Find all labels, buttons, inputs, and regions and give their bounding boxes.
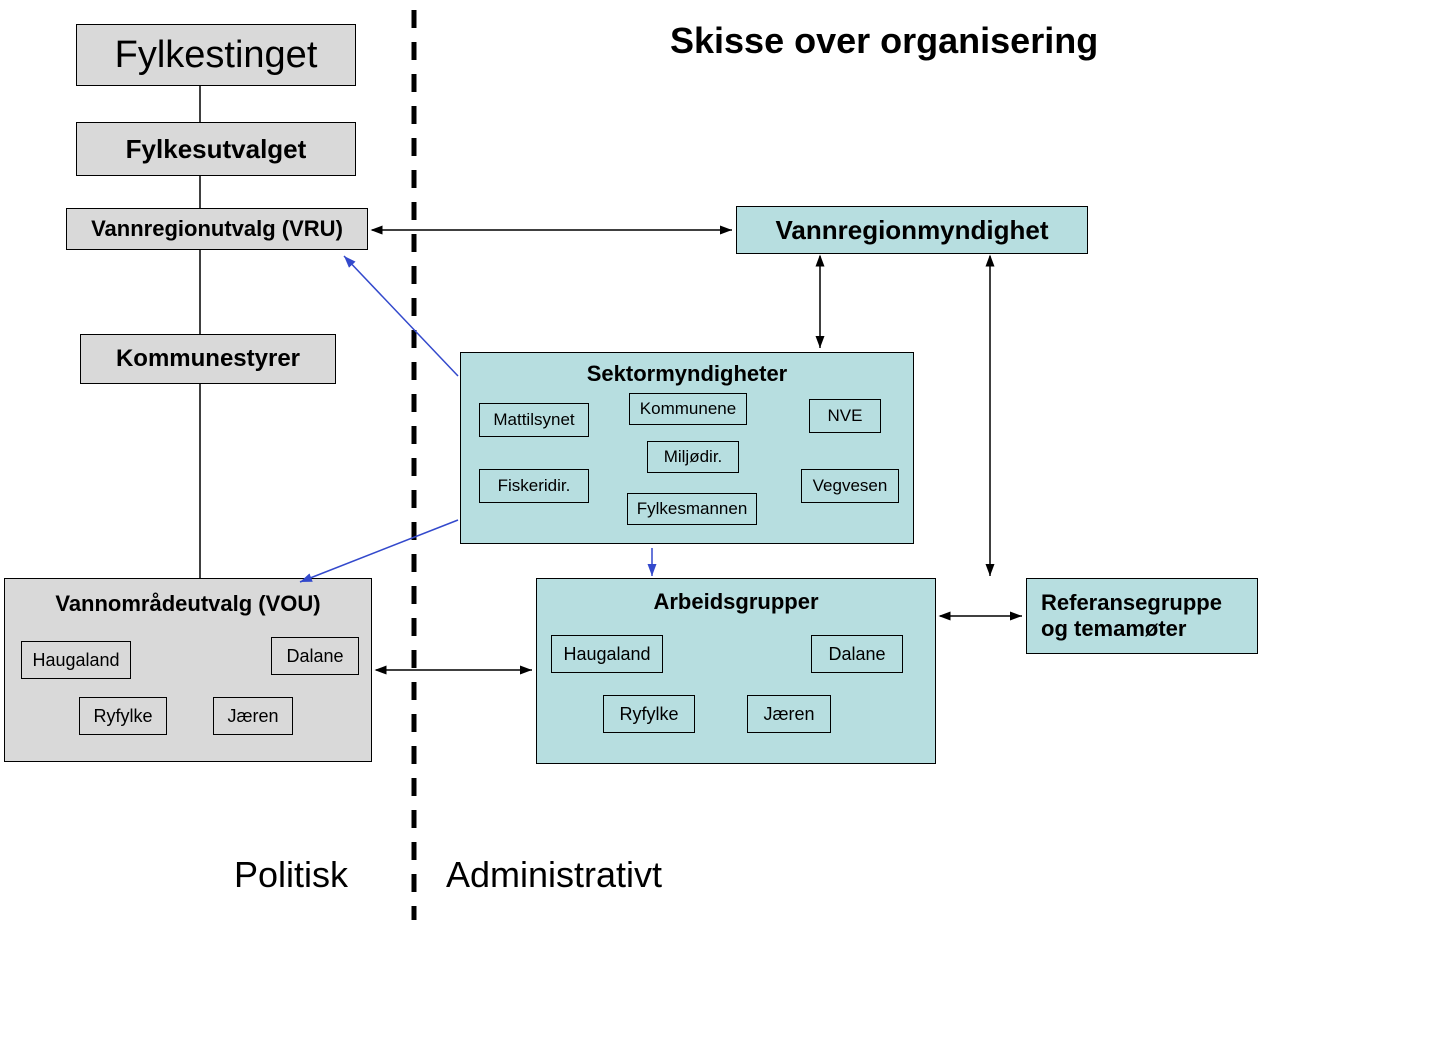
sektor-title: Sektormyndigheter [467, 361, 907, 387]
vou-jaeren: Jæren [213, 697, 293, 735]
arbeids-haugaland: Haugaland [551, 635, 663, 673]
vou-title: Vannområdeutvalg (VOU) [21, 591, 355, 617]
vou-dalane: Dalane [271, 637, 359, 675]
label-administrativt: Administrativt [446, 854, 662, 896]
label-politisk: Politisk [234, 854, 348, 896]
sektor-mattilsynet: Mattilsynet [479, 403, 589, 437]
box-vou: Vannområdeutvalg (VOU) Haugaland Dalane … [4, 578, 372, 762]
sektor-miljodir: Miljødir. [647, 441, 739, 473]
box-arbeidsgrupper: Arbeidsgrupper Haugaland Dalane Ryfylke … [536, 578, 936, 764]
box-vru: Vannregionutvalg (VRU) [66, 208, 368, 250]
sektor-fylkesmannen: Fylkesmannen [627, 493, 757, 525]
box-fylkesutvalget: Fylkesutvalget [76, 122, 356, 176]
vou-haugaland: Haugaland [21, 641, 131, 679]
sektor-nve: NVE [809, 399, 881, 433]
arbeids-title: Arbeidsgrupper [543, 589, 929, 615]
vou-ryfylke: Ryfylke [79, 697, 167, 735]
diagram-title: Skisse over organisering [670, 20, 1098, 62]
box-kommunestyrer: Kommunestyrer [80, 334, 336, 384]
arbeids-jaeren: Jæren [747, 695, 831, 733]
arbeids-ryfylke: Ryfylke [603, 695, 695, 733]
box-vrm: Vannregionmyndighet [736, 206, 1088, 254]
sektor-kommunene: Kommunene [629, 393, 747, 425]
sektor-vegvesen: Vegvesen [801, 469, 899, 503]
box-fylkestinget: Fylkestinget [76, 24, 356, 86]
box-sektor: Sektormyndigheter Mattilsynet Kommunene … [460, 352, 914, 544]
arbeids-dalane: Dalane [811, 635, 903, 673]
sektor-fiskeridir: Fiskeridir. [479, 469, 589, 503]
box-referansegruppe: Referansegruppe og temamøter [1026, 578, 1258, 654]
